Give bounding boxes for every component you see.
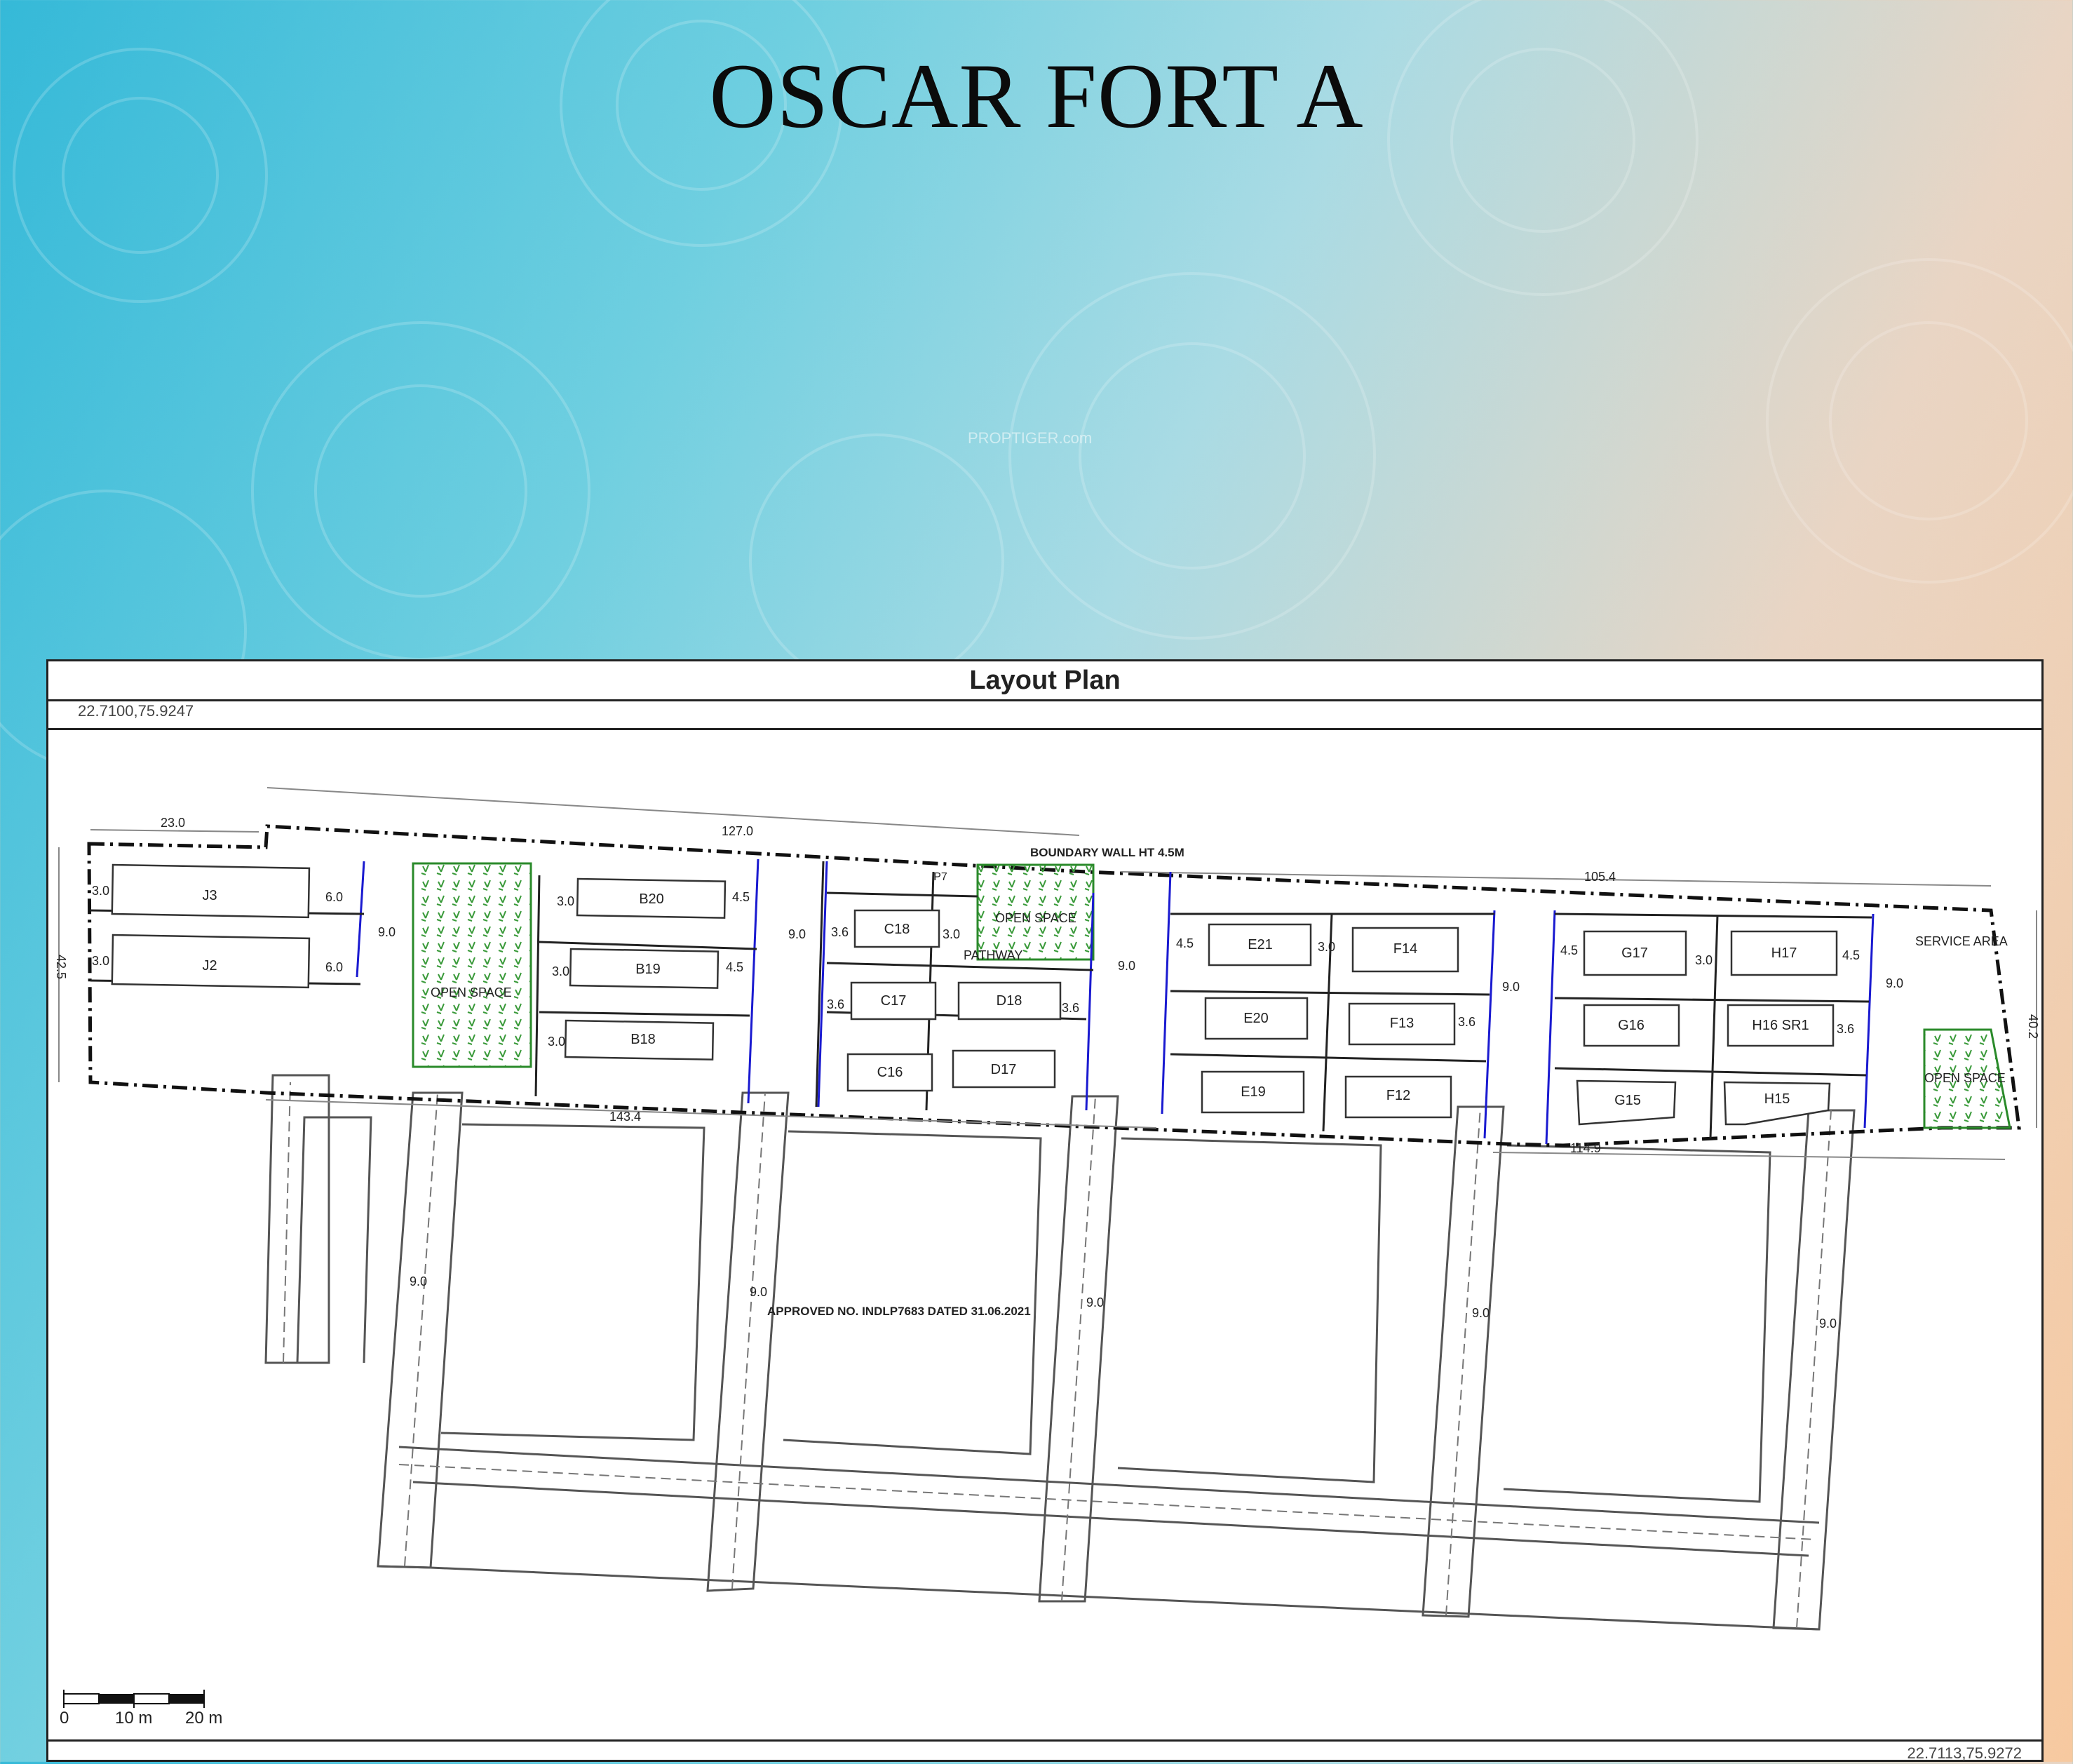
unit-label: F13 (1390, 1016, 1414, 1031)
dimension-label: 4.5 (1842, 948, 1860, 962)
dimension-label: 9.0 (1502, 980, 1520, 994)
unit-label: P7 (933, 871, 947, 883)
page-title: OSCAR FORT A (709, 44, 1364, 147)
unit-label: G16 (1618, 1018, 1645, 1033)
unit-label: D17 (991, 1062, 1017, 1077)
unit-label: J2 (202, 958, 217, 974)
unit-label: B18 (630, 1032, 656, 1047)
dimension-label: 9.0 (1819, 1317, 1837, 1331)
unit-label: H17 (1771, 945, 1797, 961)
dimension-label: 114.9 (1570, 1141, 1601, 1155)
dimension-label: 9.0 (410, 1274, 427, 1288)
unit-label: G15 (1614, 1093, 1641, 1108)
boundary-wall-label: BOUNDARY WALL HT 4.5M (1030, 846, 1184, 859)
dimension-label: 3.6 (1458, 1015, 1476, 1029)
scale-label-0: 0 (60, 1709, 69, 1728)
unit-label: C16 (877, 1065, 903, 1080)
dimension-label: 3.0 (943, 927, 960, 941)
dimension-label: 3.6 (831, 925, 849, 939)
open-space-label: OPEN SPACE (1924, 1071, 2006, 1085)
dimension-label: 127.0 (722, 824, 753, 838)
scale-label-20m: 20 m (185, 1709, 222, 1728)
road-network (264, 1074, 1856, 1631)
service-area-label: SERVICE AREA (1915, 934, 2008, 948)
unit-label: E19 (1241, 1084, 1266, 1100)
dimension-label: 3.0 (1318, 940, 1335, 954)
dimension-label: 143.4 (609, 1110, 641, 1124)
dimension-label: 6.0 (325, 960, 343, 974)
unit-label: E21 (1248, 937, 1273, 952)
unit-label: F12 (1386, 1088, 1410, 1103)
dimension-label: 3.6 (1837, 1022, 1854, 1036)
dimension-label: 9.0 (1472, 1306, 1490, 1320)
dimension-label: 4.5 (1560, 943, 1578, 957)
unit-label: D18 (997, 993, 1022, 1009)
dimension-label: 42.5 (54, 955, 68, 979)
pathway-label: PATHWAY (964, 948, 1022, 962)
dimension-label: 4.5 (1176, 936, 1194, 950)
unit-label: C17 (881, 993, 907, 1009)
approval-label: APPROVED NO. INDLP7683 DATED 31.06.2021 (767, 1305, 1031, 1318)
dimension-label: 4.5 (732, 890, 750, 904)
watermark: PROPTIGER.com (968, 429, 1093, 447)
unit-label: E20 (1243, 1011, 1269, 1026)
unit-label: G17 (1621, 945, 1648, 961)
dimension-label: 9.0 (378, 925, 396, 939)
dimension-label: 3.0 (552, 964, 569, 978)
unit-label: B20 (639, 891, 664, 907)
dimension-label: 40.2 (2026, 1014, 2040, 1039)
unit-label: B19 (635, 962, 661, 977)
scale-label-10m: 10 m (115, 1709, 152, 1728)
open-space-label: OPEN SPACE (995, 911, 1076, 925)
dimension-label: 9.0 (750, 1285, 767, 1299)
coordinate-bottom-right: 22.7113,75.9272 (1907, 1744, 2022, 1762)
dimension-label: 3.0 (92, 954, 109, 968)
dimension-label: 23.0 (161, 816, 185, 830)
unit-label: C18 (884, 922, 910, 937)
road-centerlines (283, 1082, 1832, 1629)
unit-label: H16 SR1 (1752, 1018, 1809, 1033)
dimension-label: 9.0 (1086, 1295, 1104, 1309)
open-space-label: OPEN SPACE (431, 985, 512, 999)
footer-divider (48, 1739, 2041, 1742)
dimension-label: 105.4 (1584, 870, 1616, 884)
dimension-label: 3.0 (548, 1035, 565, 1049)
dimension-label: 3.0 (1695, 953, 1713, 967)
scale-bar: 0 10 m 20 m (60, 1690, 222, 1728)
dimension-label: 9.0 (788, 927, 806, 941)
building-footprints (111, 863, 1838, 1126)
unit-label: F14 (1393, 941, 1417, 957)
dimension-label: 6.0 (325, 890, 343, 904)
dimension-label: 3.0 (92, 884, 109, 898)
dimension-label: 4.5 (726, 960, 743, 974)
layout-plan-panel: Layout Plan 22.7100,75.9247 J3 J2 B20 B1… (46, 659, 2044, 1762)
dimension-label: 9.0 (1886, 976, 1903, 990)
site-plan-drawing: J3 J2 B20 B19 B18 C18 C17 C16 D18 D17 E2… (54, 787, 2040, 1728)
dimension-label: 3.6 (1062, 1001, 1079, 1015)
dimension-label: 3.0 (557, 894, 574, 908)
unit-label: J3 (202, 888, 217, 903)
dimension-label: 3.6 (827, 997, 844, 1011)
dimension-label: 9.0 (1118, 959, 1135, 973)
unit-label: H15 (1764, 1091, 1790, 1107)
